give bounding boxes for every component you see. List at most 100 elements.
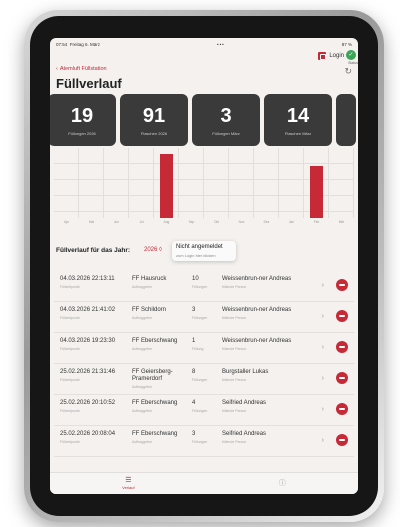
row-person: Burgstaller Lukas füllende Person [222, 369, 292, 382]
row-department-caption: Auftraggeber [132, 347, 153, 351]
stat-label: Flaschen März [284, 130, 312, 136]
row-person-value: Weissenbrun-ner Andreas [222, 276, 292, 282]
row-department-value: FF Eberschwang [132, 431, 178, 437]
app-screen: 07:54 Freitag 6. März ••• 87 % ‹ Atemluf… [50, 38, 358, 494]
stat-card-fills-year: 19 Füllungen 2026 [50, 94, 116, 146]
row-date-caption: Füllzeitpunkt [60, 316, 80, 320]
stat-value: 91 [142, 104, 166, 127]
row-department: FF Eberschwang Auftraggeber [132, 400, 182, 413]
stat-label: Füllungen März [212, 130, 240, 136]
delete-button[interactable] [336, 372, 348, 384]
chevron-right-icon[interactable]: › [322, 313, 324, 320]
tab-info[interactable]: ⓘ [279, 480, 286, 488]
login-button[interactable]: Login [318, 52, 344, 60]
row-person-caption: füllende Person [222, 440, 247, 444]
row-department-caption: Auftraggeber [132, 440, 153, 444]
x-tick-label: Dez [263, 220, 270, 224]
stat-card-bottles-month: 14 Flaschen März [264, 94, 332, 146]
status-indicator-label: Status [348, 61, 358, 65]
row-department: FF Schildorn Auftraggeber [132, 307, 182, 320]
row-person: Seifried Andreas füllende Person [222, 431, 292, 444]
stat-value: 14 [286, 104, 310, 127]
delete-button[interactable] [336, 279, 348, 291]
list-item[interactable]: 04.03.2026 22:13:11 Füllzeitpunkt FF Hausr… [54, 271, 354, 302]
row-date: 04.03.2026 22:13:11 Füllzeitpunkt [60, 276, 115, 289]
row-department-caption: Auftraggeber [132, 409, 153, 413]
row-person-caption: füllende Person [222, 347, 247, 351]
row-department-caption: Auftraggeber [132, 316, 153, 320]
row-fill-count: 4 Füllungen [192, 400, 207, 413]
row-department: FF Eberschwang Auftraggeber [132, 338, 182, 351]
page-title: Füllverlauf [56, 76, 122, 91]
delete-button[interactable] [336, 434, 348, 446]
row-department-value: FF Eberschwang [132, 400, 178, 406]
x-tick-label: Feb [313, 220, 320, 224]
list-item[interactable]: 25.02.2026 20:10:52 Füllzeitpunkt FF Ebers… [54, 395, 354, 426]
status-time-date: 07:54 Freitag 6. März [56, 41, 101, 47]
chart-bar [310, 166, 323, 218]
row-department-caption: Auftraggeber [132, 385, 153, 389]
row-department-value: FF Schildorn [132, 307, 167, 313]
list-icon: ☰ [125, 477, 132, 484]
fill-history-list: 04.03.2026 22:13:11 Füllzeitpunkt FF Hausr… [54, 271, 354, 457]
tab-history[interactable]: ☰ Verlauf [122, 477, 134, 490]
chevron-right-icon[interactable]: › [322, 375, 324, 382]
row-fill-count-value: 3 [192, 307, 196, 313]
delete-button[interactable] [336, 341, 348, 353]
x-tick-label: Mai [88, 220, 95, 224]
x-tick-label: Aug [163, 220, 170, 224]
list-item[interactable]: 25.02.2026 20:08:04 Füllzeitpunkt FF Ebers… [54, 426, 354, 457]
row-date: 25.02.2026 20:10:52 Füllzeitpunkt [60, 400, 115, 413]
row-person-value: Seifried Andreas [222, 431, 267, 437]
login-button-label: Login [329, 53, 344, 59]
row-fill-count-caption: Füllungen [192, 409, 208, 413]
row-date-caption: Füllzeitpunkt [60, 378, 80, 382]
list-item[interactable]: 04.03.2026 19:23:30 Füllzeitpunkt FF Ebers… [54, 333, 354, 364]
chevron-right-icon[interactable]: › [322, 282, 324, 289]
tooltip-title: Nicht angemeldet [176, 244, 223, 250]
chevron-right-icon[interactable]: › [322, 344, 324, 351]
row-department-caption: Auftraggeber [132, 285, 153, 289]
row-fill-count: 8 Füllungen [192, 369, 207, 382]
chevron-right-icon[interactable]: › [322, 437, 324, 444]
row-fill-count-caption: Füllungen [192, 378, 208, 382]
tab-bar: ☰ Verlauf ⓘ [50, 472, 358, 494]
row-person-value: Weissenbrun-ner Andreas [222, 307, 292, 313]
row-date: 25.02.2026 20:08:04 Füllzeitpunkt [60, 431, 115, 444]
row-date-value: 04.03.2026 21:41:02 [60, 307, 116, 313]
row-date: 04.03.2026 19:23:30 Füllzeitpunkt [60, 338, 115, 351]
row-person-value: Seifried Andreas [222, 400, 267, 406]
row-date-value: 25.02.2026 21:31:46 [60, 369, 116, 375]
delete-button[interactable] [336, 310, 348, 322]
year-filter-row: Füllverlauf für das Jahr: 2026 ◊ Nicht a… [56, 241, 352, 265]
stat-card-fills-month: 3 Füllungen März [192, 94, 260, 146]
row-department: FF Hausruck Auftraggeber [132, 276, 182, 289]
row-person: Weissenbrun-ner Andreas füllende Person [222, 338, 292, 351]
tablet-frame: 07:54 Freitag 6. März ••• 87 % ‹ Atemluf… [24, 10, 384, 522]
row-date-value: 25.02.2026 20:08:04 [60, 431, 116, 437]
row-fill-count-caption: Füllungen [192, 285, 208, 289]
login-tooltip[interactable]: Nicht angemeldet zum Login hier klicken [172, 241, 236, 261]
x-tick-label: Jul [139, 220, 144, 224]
stat-card-partial [336, 94, 356, 146]
battery-indicator: 87 % [341, 41, 352, 47]
year-selector[interactable]: 2026 ◊ [144, 247, 162, 253]
chevron-right-icon[interactable]: › [322, 406, 324, 413]
row-date-caption: Füllzeitpunkt [60, 409, 80, 413]
delete-button[interactable] [336, 403, 348, 415]
list-item[interactable]: 25.02.2026 21:31:46 Füllzeitpunkt FF Geier… [54, 364, 354, 395]
row-person: Seifried Andreas füllende Person [222, 400, 292, 413]
status-bar: 07:54 Freitag 6. März ••• 87 % [50, 38, 358, 50]
back-button[interactable]: ‹ Atemluft Füllstation [56, 66, 107, 72]
refresh-icon[interactable]: ↻ [344, 66, 352, 77]
row-department-value: FF Hausruck [132, 276, 167, 282]
row-person-caption: füllende Person [222, 316, 247, 320]
back-button-label: Atemluft Füllstation [59, 66, 107, 72]
stat-label: Füllungen 2026 [68, 130, 96, 136]
multitask-dots[interactable]: ••• [217, 42, 225, 47]
row-fill-count: 3 Füllungen [192, 431, 207, 444]
x-tick-label: Okt [214, 220, 219, 224]
row-date: 04.03.2026 21:41:02 Füllzeitpunkt [60, 307, 115, 320]
row-fill-count-value: 1 [192, 338, 196, 344]
list-item[interactable]: 04.03.2026 21:41:02 Füllzeitpunkt FF Schil… [54, 302, 354, 333]
